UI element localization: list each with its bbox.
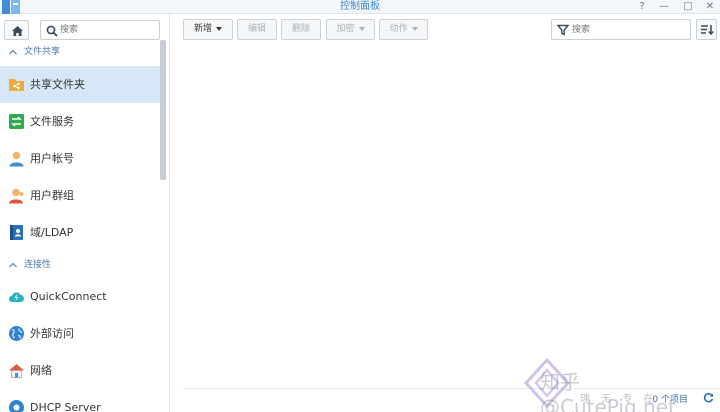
sidebar-item-label: 外部访问 (30, 327, 74, 340)
sidebar-item-file-services[interactable]: 文件服务 (0, 103, 160, 140)
close-button[interactable]: ✕ (702, 0, 718, 14)
quickconnect-icon (9, 292, 24, 302)
delete-button[interactable]: 删除 (281, 19, 321, 40)
shared-folder-list[interactable] (171, 48, 720, 388)
sidebar-item-label: 网络 (30, 364, 52, 377)
minimize-button[interactable]: — (656, 0, 672, 14)
encrypt-button[interactable]: 加密 (326, 19, 375, 40)
create-button-label: 新增 (193, 24, 212, 34)
sort-button[interactable] (696, 19, 717, 40)
section-label: 文件共享 (24, 47, 61, 57)
sidebar-item-domain-ldap[interactable]: 域/LDAP (0, 214, 160, 251)
action-button-label: 动作 (389, 24, 408, 34)
toolbar: 新增 编辑 删除 加密 动作 (171, 14, 720, 48)
sidebar-scrollbar[interactable] (160, 40, 166, 180)
create-button[interactable]: 新增 (183, 19, 233, 40)
globe-icon (9, 326, 24, 341)
search-icon (46, 25, 58, 37)
sidebar: 文件共享 共享文件夹 文件服务 用户帐号 用户群组 (0, 14, 170, 412)
sidebar-item-dhcp-server[interactable]: DHCP Server (0, 389, 160, 412)
user-icon (9, 151, 24, 167)
sidebar-item-user-group[interactable]: 用户群组 (0, 177, 160, 214)
caret-down-icon (358, 26, 365, 31)
watermark-text: 知乎 @CutePig.net (540, 370, 676, 412)
title-bar: 控制面板 ? — □ ✕ (0, 0, 720, 14)
sidebar-item-label: 用户群组 (30, 189, 74, 202)
sidebar-item-external-access[interactable]: 外部访问 (0, 315, 160, 352)
sidebar-search-input[interactable] (60, 22, 156, 38)
caret-down-icon (216, 26, 222, 31)
edit-button[interactable]: 编辑 (237, 19, 277, 40)
file-services-icon (9, 114, 24, 129)
filter-search[interactable] (551, 19, 691, 40)
sort-icon (701, 25, 714, 36)
delete-button-label: 删除 (291, 24, 310, 34)
window-title: 控制面板 (340, 1, 380, 12)
domain-ldap-icon (10, 225, 23, 240)
help-button[interactable]: ? (634, 0, 650, 14)
caret-down-icon (411, 26, 418, 31)
home-button[interactable] (4, 20, 29, 40)
dhcp-icon (9, 400, 24, 412)
sidebar-item-label: DHCP Server (30, 401, 101, 412)
group-icon (9, 188, 24, 204)
action-button[interactable]: 动作 (379, 19, 428, 40)
sidebar-search[interactable] (40, 20, 160, 40)
sidebar-item-quickconnect[interactable]: QuickConnect (0, 278, 160, 315)
edit-button-label: 编辑 (247, 24, 266, 34)
sidebar-item-user-account[interactable]: 用户帐号 (0, 140, 160, 177)
maximize-button[interactable]: □ (680, 0, 696, 14)
chevron-up-icon (9, 49, 17, 55)
home-icon (12, 26, 23, 36)
sidebar-item-label: 域/LDAP (30, 226, 74, 239)
encrypt-button-label: 加密 (336, 24, 355, 34)
filter-search-input[interactable] (572, 22, 682, 37)
sidebar-item-network[interactable]: 网络 (0, 352, 160, 389)
section-label: 连接性 (24, 260, 52, 270)
sidebar-item-label: 用户帐号 (30, 152, 74, 165)
sidebar-item-shared-folder[interactable]: 共享文件夹 (0, 66, 160, 103)
section-file-sharing[interactable]: 文件共享 (0, 42, 160, 62)
sidebar-item-label: 文件服务 (30, 115, 74, 128)
network-icon (9, 364, 24, 378)
sidebar-item-label: QuickConnect (30, 290, 107, 303)
sidebar-item-label: 共享文件夹 (30, 78, 85, 91)
chevron-up-icon (9, 262, 17, 268)
filter-icon (557, 24, 569, 36)
watermark-subtitle: 理 无 专 在 (580, 394, 658, 405)
shared-folder-icon (9, 79, 24, 91)
section-connectivity[interactable]: 连接性 (0, 255, 160, 275)
